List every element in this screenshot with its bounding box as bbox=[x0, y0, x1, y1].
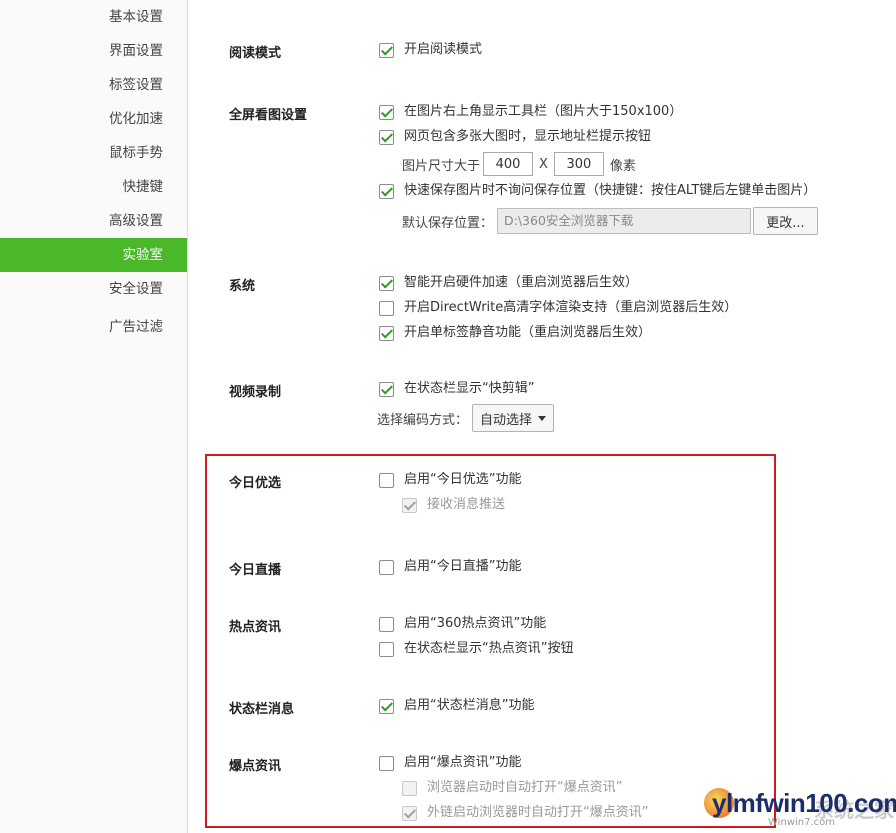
sidebar-item-basic[interactable]: 基本设置 bbox=[109, 0, 163, 34]
sidebar-item-shortcuts[interactable]: 快捷键 bbox=[123, 170, 164, 204]
directwrite-checkbox[interactable] bbox=[379, 300, 394, 316]
save-path-input[interactable]: D:\360安全浏览器下载 bbox=[497, 208, 751, 234]
section-title-reading: 阅读模式 bbox=[229, 46, 282, 61]
watermark: 系统之家 ylmfwin100.com Winwin7.com bbox=[704, 782, 896, 833]
size-unit: 像素 bbox=[609, 158, 636, 174]
sidebar-item-tabs[interactable]: 标签设置 bbox=[109, 68, 163, 102]
tab-mute-option[interactable]: 开启单标签静音功能（重启浏览器后生效） bbox=[379, 324, 651, 342]
sidebar-item-lab[interactable]: 实验室 bbox=[0, 238, 187, 272]
image-size-label: 图片尺寸大于 bbox=[402, 158, 481, 174]
change-path-button[interactable]: 更改... bbox=[753, 207, 818, 235]
sidebar-item-optimize[interactable]: 优化加速 bbox=[109, 102, 163, 136]
quick-clip-label: 在状态栏显示“快剪辑” bbox=[404, 381, 535, 396]
section-title-video: 视频录制 bbox=[229, 385, 282, 400]
directwrite-label: 开启DirectWrite高清字体渲染支持（重启浏览器后生效） bbox=[404, 300, 738, 315]
section-title-system: 系统 bbox=[229, 279, 256, 294]
sidebar-item-security[interactable]: 安全设置 bbox=[109, 272, 163, 306]
toolbar-label: 在图片右上角显示工具栏（图片大于150x100） bbox=[404, 104, 683, 119]
save-path-label: 默认保存位置： bbox=[402, 216, 494, 231]
highlight-frame bbox=[205, 454, 776, 828]
reading-mode-label: 开启阅读模式 bbox=[404, 42, 483, 57]
directwrite-option[interactable]: 开启DirectWrite高清字体渲染支持（重启浏览器后生效） bbox=[379, 299, 737, 317]
tab-mute-checkbox[interactable] bbox=[379, 325, 394, 341]
quicksave-label: 快速保存图片时不询问保存位置（快捷键：按住ALT键后左键单击图片） bbox=[404, 183, 817, 198]
image-width-input[interactable]: 400 bbox=[483, 152, 534, 176]
image-size-row: 图片尺寸大于 400 X 300 像素 bbox=[402, 152, 636, 176]
toolbar-checkbox[interactable] bbox=[379, 104, 394, 120]
image-height-input[interactable]: 300 bbox=[553, 152, 604, 176]
section-title-fullscreen: 全屏看图设置 bbox=[229, 108, 308, 123]
quick-clip-option[interactable]: 在状态栏显示“快剪辑” bbox=[379, 380, 534, 398]
quicksave-checkbox[interactable] bbox=[379, 183, 394, 199]
watermark-subtext: Winwin7.com bbox=[768, 817, 835, 828]
reading-mode-checkbox[interactable] bbox=[379, 42, 394, 58]
toolbar-option[interactable]: 在图片右上角显示工具栏（图片大于150x100） bbox=[379, 103, 682, 121]
reading-mode-option[interactable]: 开启阅读模式 bbox=[379, 41, 482, 59]
settings-sidebar: 基本设置 界面设置 标签设置 优化加速 鼠标手势 快捷键 高级设置 实验室 安全… bbox=[0, 0, 188, 833]
sidebar-item-advanced[interactable]: 高级设置 bbox=[109, 204, 163, 238]
codec-label: 选择编码方式： bbox=[377, 413, 469, 428]
hw-accel-option[interactable]: 智能开启硬件加速（重启浏览器后生效） bbox=[379, 274, 638, 292]
hw-accel-checkbox[interactable] bbox=[379, 275, 394, 291]
addressbar-checkbox[interactable] bbox=[379, 129, 394, 145]
sidebar-item-mouse-gestures[interactable]: 鼠标手势 bbox=[109, 136, 163, 170]
sidebar-item-interface[interactable]: 界面设置 bbox=[109, 34, 163, 68]
size-separator: X bbox=[539, 156, 548, 172]
sidebar-item-adblock[interactable]: 广告过滤 bbox=[109, 310, 163, 344]
quick-clip-checkbox[interactable] bbox=[379, 381, 394, 397]
hw-accel-label: 智能开启硬件加速（重启浏览器后生效） bbox=[404, 275, 639, 290]
addressbar-label: 网页包含多张大图时，显示地址栏提示按钮 bbox=[404, 129, 652, 144]
tab-mute-label: 开启单标签静音功能（重启浏览器后生效） bbox=[404, 325, 652, 340]
addressbar-option[interactable]: 网页包含多张大图时，显示地址栏提示按钮 bbox=[379, 128, 651, 146]
chevron-down-icon bbox=[538, 415, 546, 421]
quicksave-option[interactable]: 快速保存图片时不询问保存位置（快捷键：按住ALT键后左键单击图片） bbox=[379, 182, 816, 200]
codec-select[interactable]: 自动选择 bbox=[472, 404, 554, 432]
codec-select-value: 自动选择 bbox=[479, 412, 532, 428]
watermark-text: ylmfwin100.com bbox=[712, 788, 896, 818]
